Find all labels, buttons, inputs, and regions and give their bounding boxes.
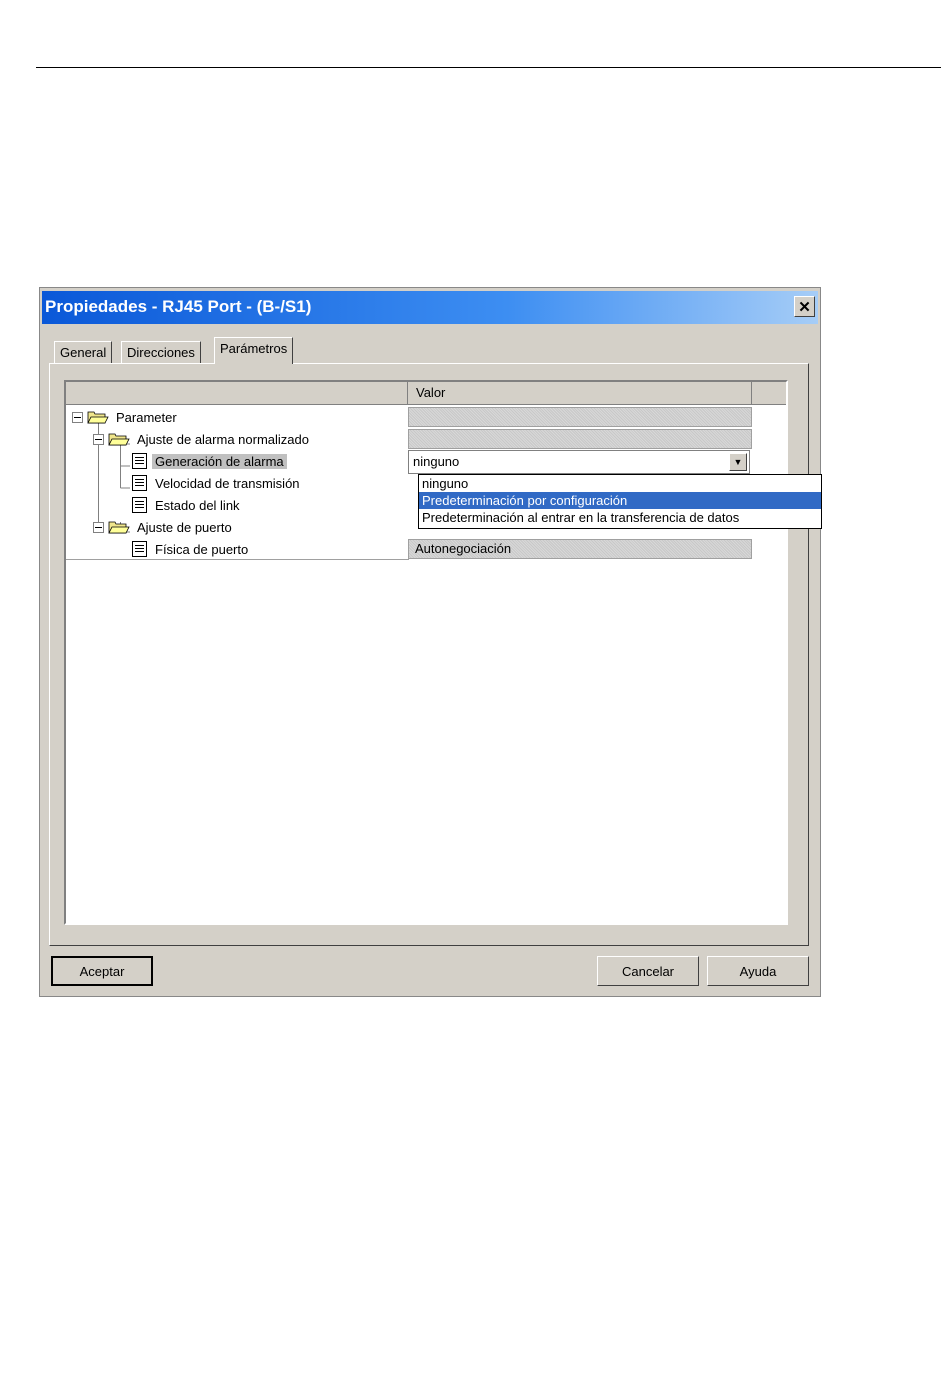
- header-value-column[interactable]: Valor: [408, 382, 752, 405]
- port-physics-value[interactable]: Autonegociación: [408, 539, 752, 559]
- title-bar[interactable]: Propiedades - RJ45 Port - (B-/S1) ✕: [42, 291, 818, 324]
- cancel-button[interactable]: Cancelar: [597, 956, 699, 986]
- alarm-generation-combo[interactable]: ninguno ▼: [408, 450, 750, 474]
- value-cell-disabled: [408, 407, 752, 427]
- tree-label-selected: Generación de alarma: [152, 453, 287, 469]
- combo-value: ninguno: [413, 454, 460, 469]
- tab-direcciones[interactable]: Direcciones: [121, 341, 201, 363]
- parameter-doc-icon: [132, 497, 147, 513]
- folder-open-icon: [87, 411, 109, 424]
- tree-label: Velocidad de transmisión: [155, 475, 300, 491]
- collapse-icon[interactable]: [93, 521, 104, 533]
- tree-label: Física de puerto: [155, 541, 249, 557]
- window-title: Propiedades - RJ45 Port - (B-/S1): [45, 297, 312, 316]
- chevron-down-icon: ▼: [733, 457, 743, 467]
- tree-row-parameter[interactable]: Parameter: [66, 406, 786, 428]
- value-cell-disabled: [408, 429, 752, 449]
- tab-parametros[interactable]: Parámetros: [214, 337, 294, 364]
- tab-general[interactable]: General: [54, 341, 113, 363]
- tree-label: Parameter: [116, 409, 177, 425]
- tree-row-port-physics[interactable]: Física de puerto Autonegociación: [66, 538, 786, 560]
- collapse-icon[interactable]: [72, 411, 83, 423]
- tree-label: Estado del link: [155, 497, 240, 513]
- parameter-grid: Valor Parameter Ajuste de alarma normali…: [64, 380, 788, 925]
- tree-bottom-line: [66, 559, 409, 560]
- collapse-icon[interactable]: [93, 433, 104, 445]
- accept-button[interactable]: Aceptar: [51, 956, 153, 986]
- dropdown-option[interactable]: Predeterminación al entrar en la transfe…: [419, 509, 821, 526]
- folder-open-icon: [108, 433, 130, 446]
- close-button[interactable]: ✕: [794, 296, 815, 317]
- dropdown-option-highlighted[interactable]: Predeterminación por configuración: [419, 492, 821, 509]
- close-icon: ✕: [798, 298, 811, 316]
- parameter-doc-icon: [132, 541, 147, 557]
- parameter-doc-icon: [132, 475, 147, 491]
- dropdown-option[interactable]: ninguno: [419, 475, 821, 492]
- alarm-generation-dropdown-list: ninguno Predeterminación por configuraci…: [418, 474, 822, 529]
- tree-label: Ajuste de puerto: [137, 519, 232, 535]
- page-header-rule: [36, 67, 941, 68]
- parameter-doc-icon: [132, 453, 147, 469]
- header-filler: [752, 382, 786, 405]
- properties-dialog: Propiedades - RJ45 Port - (B-/S1) ✕ Gene…: [39, 287, 821, 997]
- combo-dropdown-button[interactable]: ▼: [729, 453, 747, 471]
- folder-open-icon: [108, 521, 130, 534]
- help-button[interactable]: Ayuda: [707, 956, 809, 986]
- tree-row-alarm-settings[interactable]: Ajuste de alarma normalizado: [66, 428, 786, 450]
- tree-label: Ajuste de alarma normalizado: [137, 431, 309, 447]
